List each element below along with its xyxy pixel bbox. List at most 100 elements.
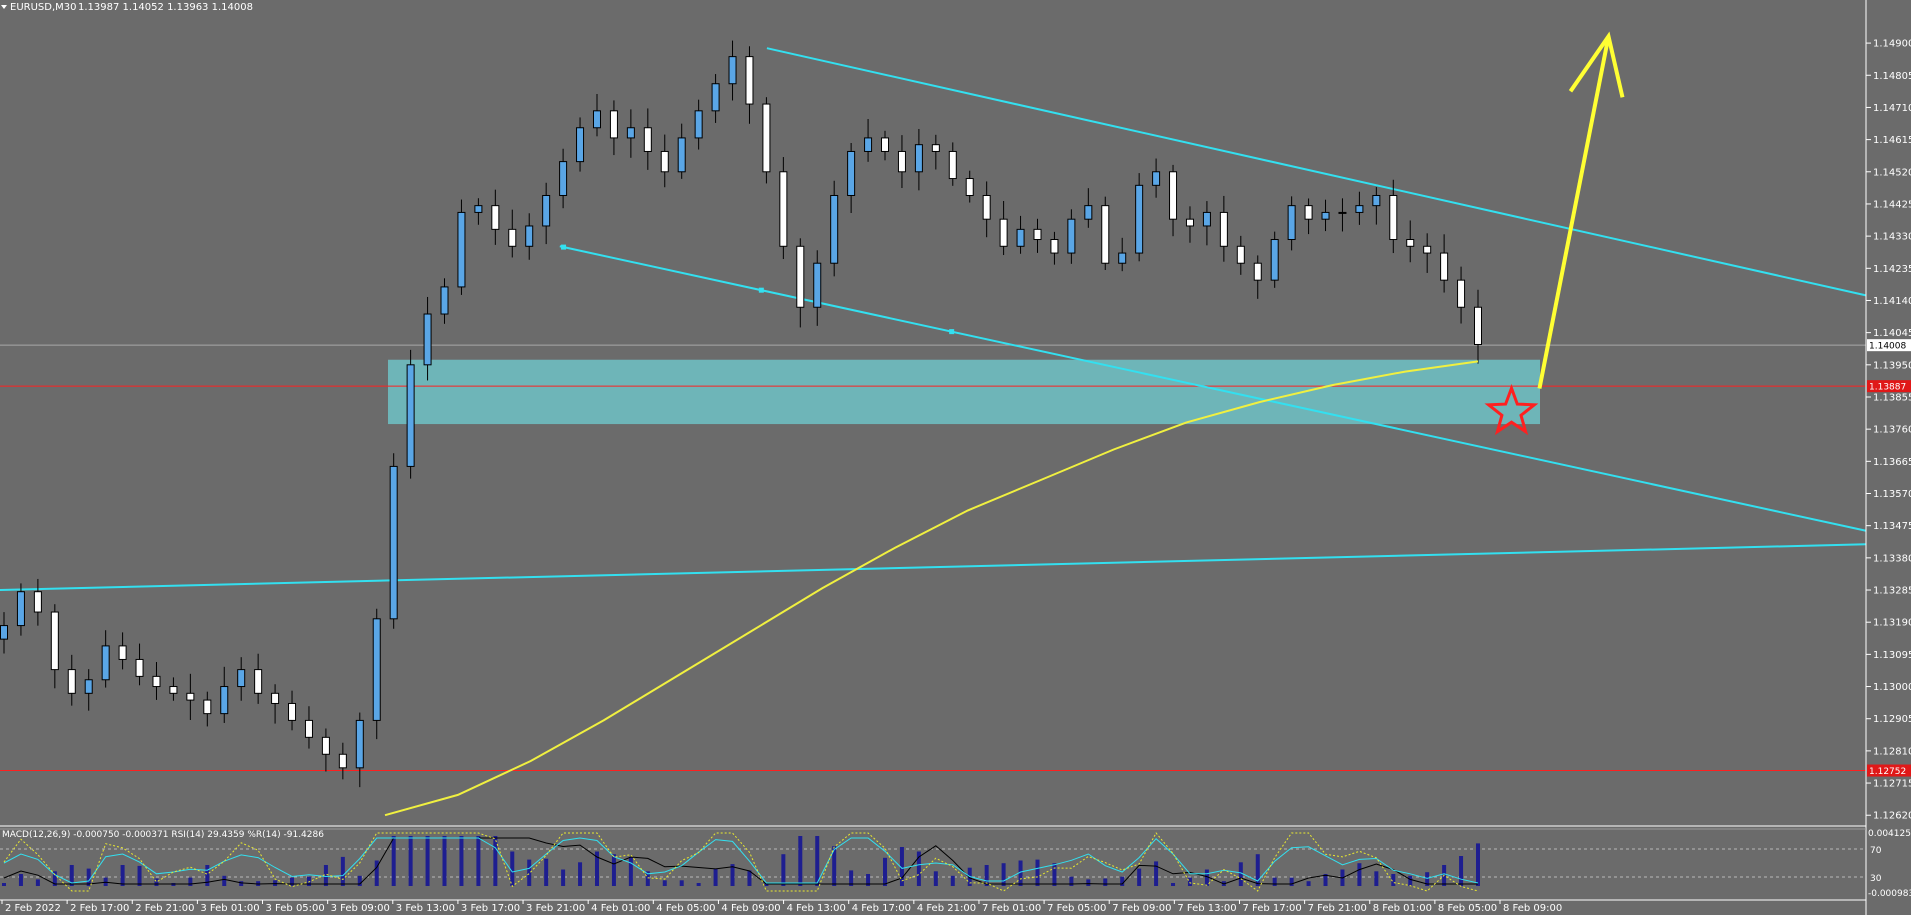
candle-body [999,218,1008,247]
price-tick-label: 1.14235 [1873,264,1911,275]
candle-body [440,286,449,315]
candle-body [830,194,839,264]
macd-histogram-bar [527,859,532,886]
price-tick-label: 1.14330 [1873,232,1911,243]
candle-body [694,110,703,139]
candle-body [1219,211,1228,247]
time-tick-label: 3 Feb 17:00 [461,903,520,914]
candle-body [321,736,330,755]
time-tick-label: 7 Feb 17:00 [1242,903,1301,914]
time-tick-label: 4 Feb 17:00 [852,903,911,914]
candle-body [1321,211,1330,220]
price-tick-label: 1.14710 [1873,103,1911,114]
candle-body [525,225,534,247]
macd-histogram-bar [1069,876,1074,886]
price-tick-label: 1.12810 [1873,746,1911,757]
macd-histogram-bar [239,881,244,886]
candle-body [389,465,398,620]
candle-body [1423,245,1432,254]
candle-body [626,127,635,139]
time-tick-label: 8 Feb 09:00 [1503,903,1562,914]
candle-body [914,144,923,173]
price-tick-label: 1.14520 [1873,167,1911,178]
macd-histogram-bar [442,836,447,886]
time-tick-label: 2 Feb 17:00 [70,903,129,914]
candle-body [33,591,42,613]
time-tick-label: 2 Feb 2022 [5,903,61,914]
candle-body [220,686,229,715]
candle-body [660,150,669,173]
candle-body [864,137,873,152]
price-tick-label: 1.12905 [1873,714,1911,725]
candle-body [1067,218,1076,254]
macd-histogram-bar [459,836,464,886]
price-tick-label: 1.13855 [1873,392,1911,403]
candle-body [1118,252,1127,264]
macd-histogram-bar [1238,862,1243,886]
candle-body [406,364,415,467]
time-tick-label: 7 Feb 09:00 [1112,903,1171,914]
candle-body [1152,171,1161,186]
candle-body [1084,205,1093,220]
candle-body [254,669,263,694]
candle-body [1474,306,1482,345]
macd-histogram-bar [781,854,786,886]
macd-histogram-bar [696,883,701,886]
chart-background [0,0,1911,915]
candle-body [592,110,601,129]
candle-body [1270,239,1279,281]
candle-body [576,127,585,163]
support-zone [388,359,1540,425]
candle-body [948,150,957,180]
candle-body [1338,211,1347,214]
macd-histogram-bar [1408,875,1413,886]
candle-body [1202,211,1211,227]
candle-body [508,228,517,247]
macd-histogram-bar [18,874,23,886]
macd-histogram-bar [408,836,413,886]
candle-body [491,205,500,230]
time-tick-label: 3 Feb 01:00 [200,903,259,914]
macd-histogram-bar [950,875,955,886]
price-tick-label: 1.13380 [1873,553,1911,564]
price-tick-label: 1.12620 [1873,811,1911,822]
macd-histogram-bar [1171,883,1176,886]
header-symbol: EURUSD,M30 [10,2,76,13]
price-tick-label: 1.13000 [1873,682,1911,693]
current-price-label: 1.14008 [1869,342,1906,352]
candle-body [1253,262,1262,281]
macd-histogram-bar [1001,863,1006,886]
macd-histogram-bar [306,876,311,886]
time-tick-label: 8 Feb 01:00 [1373,903,1432,914]
macd-histogram-bar [883,857,888,886]
price-tick-label: 1.14140 [1873,296,1911,307]
candle-body [152,675,161,688]
macd-histogram-bar [2,883,6,886]
macd-histogram-bar [1187,877,1192,886]
macd-histogram-bar [137,865,142,886]
price-tick-label: 1.13475 [1873,521,1911,532]
macd-histogram-bar [1357,863,1362,886]
candle-body [813,262,822,308]
candle-body [372,618,381,721]
macd-histogram-bar [290,877,295,886]
macd-histogram-bar [391,836,396,886]
candle-body [931,144,940,152]
macd-histogram-bar [425,836,430,886]
candle-body [1033,228,1042,241]
candle-body [1169,171,1178,220]
price-tick-label: 1.14805 [1873,71,1911,82]
macd-histogram-bar [222,875,227,886]
candle-body [982,194,991,220]
candle-body [1236,245,1245,264]
candle-body [1304,205,1313,220]
price-tick-label: 1.13760 [1873,425,1911,436]
candle-body [1406,239,1415,247]
macd-histogram-bar [340,856,345,886]
candle-body [186,692,195,701]
price-tick-label: 1.14045 [1873,328,1911,339]
candle-body [1101,205,1110,264]
candle-body [643,127,652,152]
macd-histogram-bar [154,878,159,886]
macd-histogram-bar [188,877,193,886]
